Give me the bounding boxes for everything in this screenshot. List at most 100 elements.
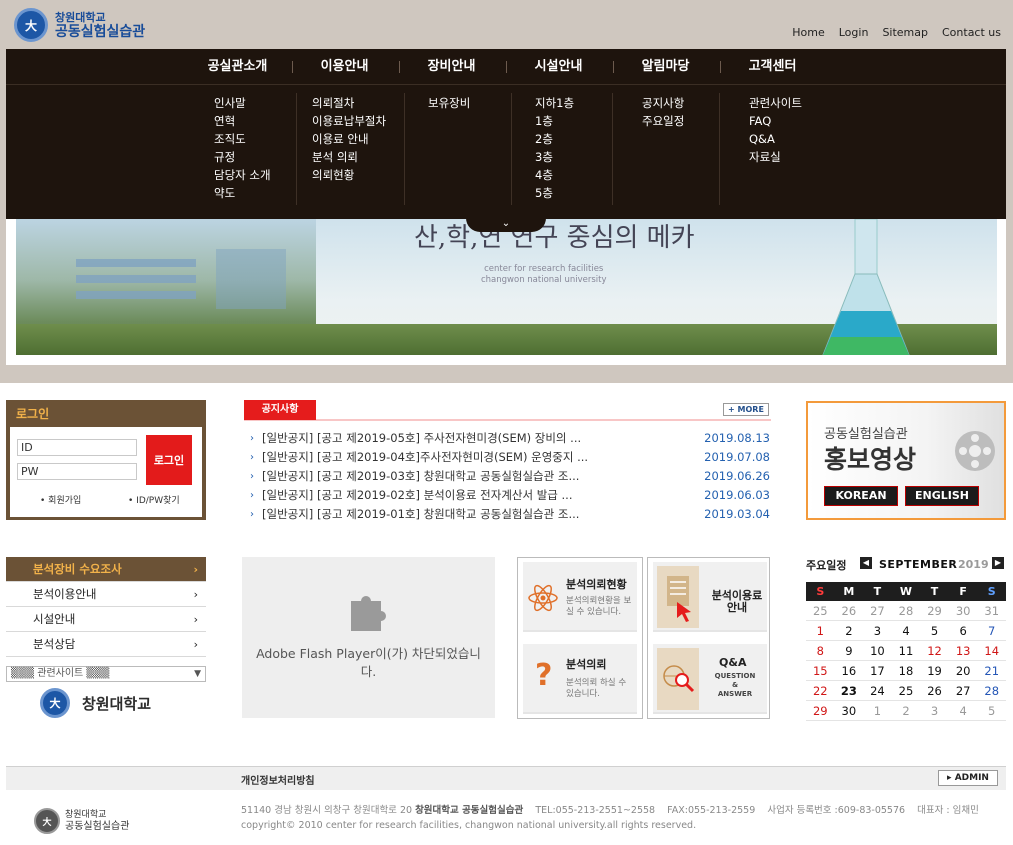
submenu-item[interactable]: 보유장비 <box>428 94 470 112</box>
submenu-item[interactable]: 5층 <box>535 184 574 202</box>
calendar-day[interactable]: 1 <box>863 701 892 721</box>
submenu-item[interactable]: 인사말 <box>214 94 271 112</box>
submenu-item[interactable]: 1층 <box>535 112 574 130</box>
analysis-request-link[interactable]: ? 분석의뢰 분석의뢰 하실 수 있습니다. <box>523 644 637 714</box>
calendar-day[interactable]: 29 <box>920 601 949 621</box>
calendar-day[interactable]: 4 <box>948 701 978 721</box>
calendar-day[interactable]: 9 <box>834 641 864 661</box>
submenu-item[interactable]: 자료실 <box>749 148 802 166</box>
calendar-day[interactable]: 2 <box>834 621 864 641</box>
calendar-day[interactable]: 30 <box>834 701 864 721</box>
notice-tab[interactable]: 공지사항 <box>244 400 316 420</box>
admin-button[interactable]: ▸ ADMIN <box>938 770 998 786</box>
calendar-day[interactable]: 21 <box>977 661 1006 681</box>
calendar-day[interactable]: 17 <box>863 661 892 681</box>
calendar-next-button[interactable]: ▶ <box>992 557 1004 569</box>
calendar-prev-button[interactable]: ◀ <box>860 557 872 569</box>
submenu-item[interactable]: 3층 <box>535 148 574 166</box>
analysis-status-link[interactable]: 분석의뢰현황 분석의뢰현황을 보실 수 있습니다. <box>523 562 637 632</box>
calendar-day[interactable]: 26 <box>834 601 864 621</box>
menu-notice[interactable]: 알림마당 <box>612 49 719 85</box>
submenu-item[interactable]: FAQ <box>749 112 802 130</box>
password-field[interactable]: PW <box>17 463 137 480</box>
calendar-day[interactable]: 30 <box>948 601 978 621</box>
calendar-day[interactable]: 29 <box>806 701 835 721</box>
submenu-item[interactable]: 의뢰절차 <box>312 94 386 112</box>
related-sites-select[interactable]: ▒▒▒ 관련사이트 ▒▒▒ ▼ <box>6 666 206 682</box>
calendar-day[interactable]: 6 <box>948 621 978 641</box>
calendar-day[interactable]: 4 <box>891 621 921 641</box>
calendar-day[interactable]: 10 <box>863 641 892 661</box>
korean-video-button[interactable]: KOREAN <box>824 486 898 506</box>
notice-row[interactable]: › [일반공지] [공고 제2019-03호] 창원대학교 공동실험실습관 조..… <box>250 467 770 486</box>
more-button[interactable]: + MORE <box>723 403 769 416</box>
sitemap-link[interactable]: Sitemap <box>882 26 928 39</box>
menu-equipment[interactable]: 장비안내 <box>398 49 505 85</box>
calendar-day[interactable]: 15 <box>806 661 835 681</box>
calendar-day[interactable]: 3 <box>920 701 949 721</box>
menu-usage[interactable]: 이용안내 <box>291 49 398 85</box>
qa-link[interactable]: Q&A QUESTION & ANSWER <box>653 644 767 714</box>
submenu-item[interactable]: 4층 <box>535 166 574 184</box>
calendar-day[interactable]: 22 <box>806 681 835 701</box>
english-video-button[interactable]: ENGLISH <box>905 486 979 506</box>
submenu-item[interactable]: 규정 <box>214 148 271 166</box>
home-link[interactable]: Home <box>792 26 824 39</box>
id-field[interactable]: ID <box>17 439 137 456</box>
login-link[interactable]: Login <box>839 26 869 39</box>
site-logo[interactable]: 大 창원대학교 공동실험실습관 <box>14 6 174 44</box>
submenu-item[interactable]: 약도 <box>214 184 271 202</box>
submenu-item[interactable]: 분석 의뢰 <box>312 148 386 166</box>
calendar-day[interactable]: 16 <box>834 661 864 681</box>
submenu-item[interactable]: 조직도 <box>214 130 271 148</box>
submenu-item[interactable]: 공지사항 <box>642 94 684 112</box>
quick-menu-facility[interactable]: 시설안내 › <box>6 607 206 632</box>
calendar-day[interactable]: 28 <box>977 681 1006 701</box>
submenu-item[interactable]: 지하1층 <box>535 94 574 112</box>
calendar-day[interactable]: 25 <box>891 681 921 701</box>
calendar-day[interactable]: 26 <box>920 681 949 701</box>
notice-row[interactable]: › [일반공지] [공고 제2019-04호]주사전자현미경(SEM) 운영중지 … <box>250 448 770 467</box>
calendar-day[interactable]: 20 <box>948 661 978 681</box>
calendar-day[interactable]: 5 <box>920 621 949 641</box>
notice-row[interactable]: › [일반공지] [공고 제2019-01호] 창원대학교 공동실험실습관 조..… <box>250 505 770 524</box>
menu-intro[interactable]: 공실관소개 <box>184 49 291 85</box>
calendar-day[interactable]: 12 <box>920 641 949 661</box>
fee-guide-link[interactable]: 분석이용료 안내 <box>653 562 767 632</box>
login-button[interactable]: 로그인 <box>146 435 192 485</box>
submenu-item[interactable]: 2층 <box>535 130 574 148</box>
flash-placeholder[interactable]: Adobe Flash Player이(가) 차단되었습니다. <box>242 557 495 718</box>
calendar-day[interactable]: 1 <box>806 621 835 641</box>
calendar-day[interactable]: 31 <box>977 601 1006 621</box>
menu-collapse-tab[interactable]: ⌄ <box>466 218 546 232</box>
quick-menu-consult[interactable]: 분석상담 › <box>6 632 206 657</box>
calendar-day[interactable]: 14 <box>977 641 1006 661</box>
menu-facility[interactable]: 시설안내 <box>505 49 612 85</box>
notice-row[interactable]: › [일반공지] [공고 제2019-02호] 분석이용료 전자계산서 발급 ..… <box>250 486 770 505</box>
submenu-item[interactable]: 관련사이트 <box>749 94 802 112</box>
submenu-item[interactable]: 연혁 <box>214 112 271 130</box>
submenu-item[interactable]: 이용료납부절차 <box>312 112 386 130</box>
calendar-day[interactable]: 7 <box>977 621 1006 641</box>
quick-menu-usage-guide[interactable]: 분석이용안내 › <box>6 582 206 607</box>
submenu-item[interactable]: 담당자 소개 <box>214 166 271 184</box>
submenu-item[interactable]: 이용료 안내 <box>312 130 386 148</box>
contact-link[interactable]: Contact us <box>942 26 1001 39</box>
calendar-day[interactable]: 27 <box>863 601 892 621</box>
quick-menu-demand-survey[interactable]: 분석장비 수요조사 › <box>6 557 206 582</box>
submenu-item[interactable]: 주요일정 <box>642 112 684 130</box>
calendar-day[interactable]: 13 <box>948 641 978 661</box>
menu-support[interactable]: 고객센터 <box>719 49 826 85</box>
calendar-day[interactable]: 5 <box>977 701 1006 721</box>
calendar-day[interactable]: 24 <box>863 681 892 701</box>
calendar-day[interactable]: 3 <box>863 621 892 641</box>
privacy-policy-link[interactable]: 개인정보처리방침 <box>241 772 315 787</box>
join-link[interactable]: • 회원가입 <box>40 493 81 506</box>
calendar-day[interactable]: 25 <box>806 601 835 621</box>
submenu-item[interactable]: Q&A <box>749 130 802 148</box>
find-id-pw-link[interactable]: • ID/PW찾기 <box>128 493 180 506</box>
calendar-day[interactable]: 8 <box>806 641 835 661</box>
notice-row[interactable]: › [일반공지] [공고 제2019-05호] 주사전자현미경(SEM) 장비의 … <box>250 429 770 448</box>
calendar-day[interactable]: 27 <box>948 681 978 701</box>
university-logo[interactable]: 大 창원대학교 <box>40 688 151 718</box>
